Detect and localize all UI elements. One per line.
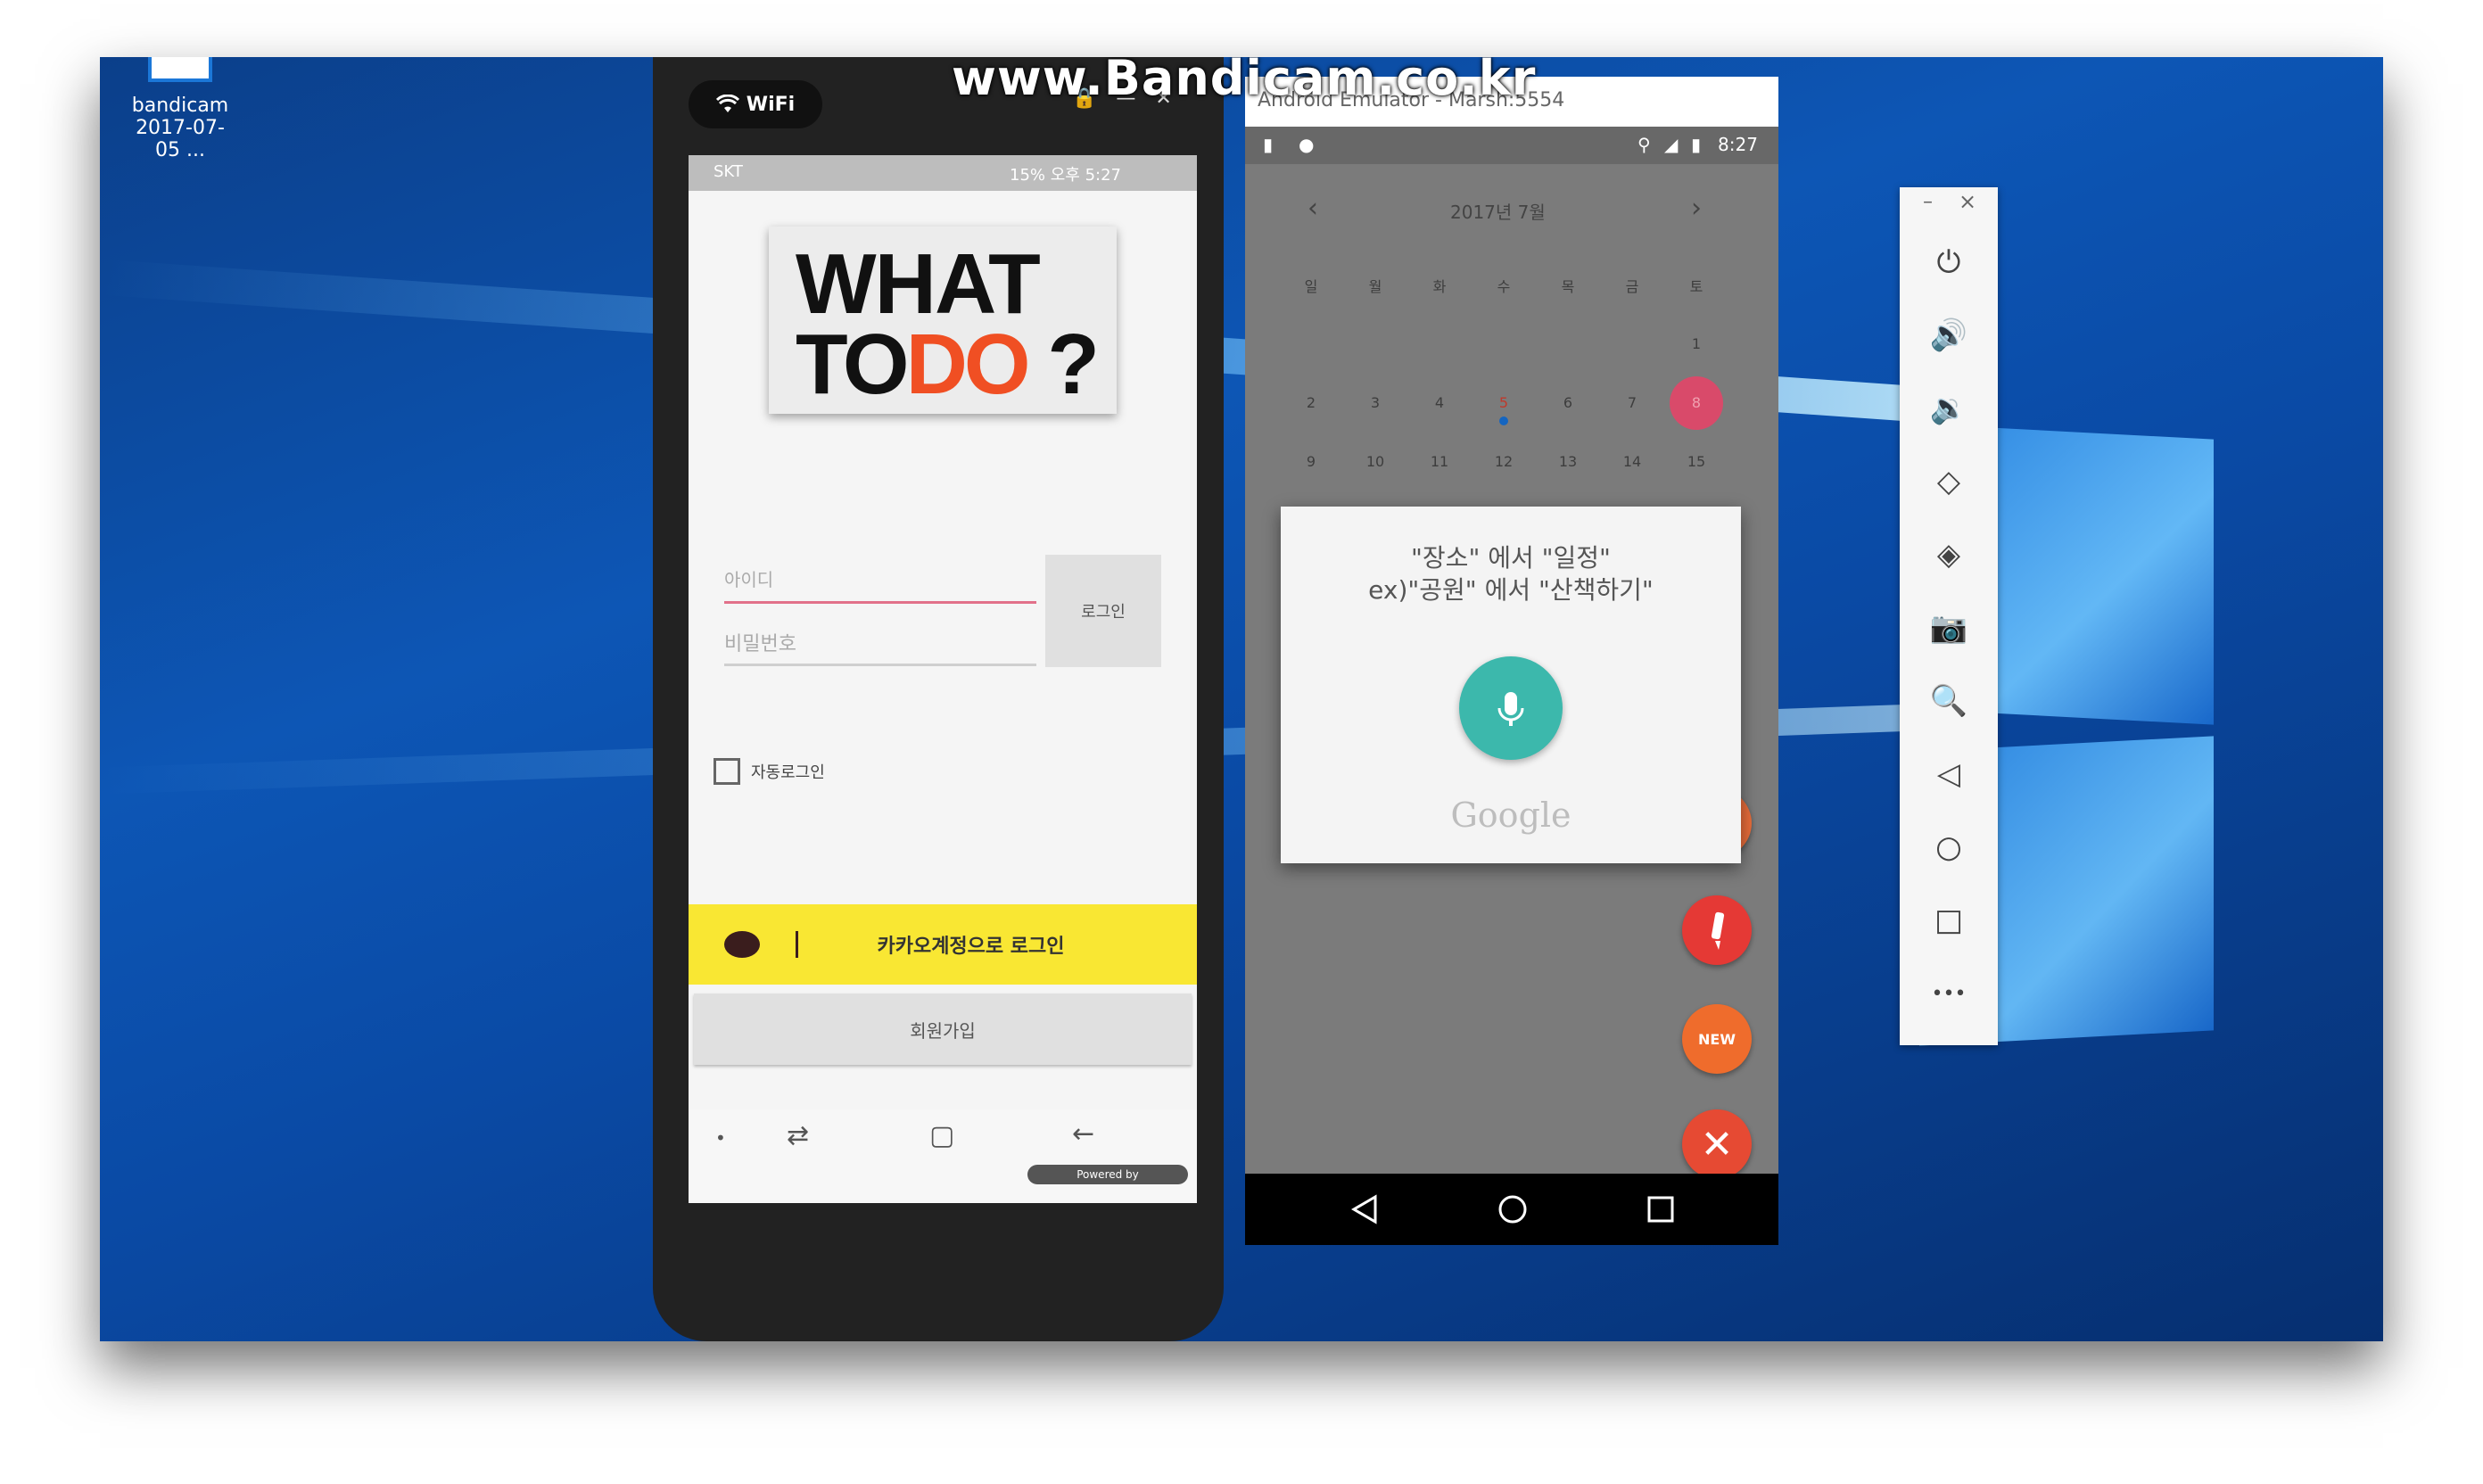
dialog-line2: ex)"공원" 에서 "산책하기" (1368, 575, 1654, 605)
calendar-day[interactable]: 5 (1477, 394, 1530, 425)
logo-do: DO (905, 317, 1031, 412)
calendar-weekday: 일 (1304, 278, 1318, 295)
emulator-nav-bar (1245, 1174, 1778, 1245)
logo-question: ? (1027, 317, 1100, 412)
password-input[interactable]: 비밀번호 (724, 628, 1036, 666)
calendar-day[interactable]: 9 (1284, 453, 1338, 470)
back-triangle-icon[interactable] (1349, 1193, 1381, 1225)
wifi-icon (715, 95, 739, 112)
calendar-day[interactable]: 4 (1413, 394, 1466, 411)
calendar-weekday: 금 (1625, 278, 1639, 295)
more-icon[interactable]: ••• (1924, 969, 1974, 1018)
wifi-label: WiFi (746, 93, 796, 116)
wifi-badge: WiFi (689, 80, 822, 128)
google-logo: Google (1450, 796, 1571, 835)
signup-button[interactable]: 회원가입 (694, 993, 1192, 1065)
calendar-day[interactable]: 1 (1670, 335, 1723, 352)
calendar-day[interactable]: 3 (1349, 394, 1402, 411)
rotate-left-icon[interactable]: ◇ (1924, 457, 1974, 507)
id-input[interactable]: 아이디 (724, 565, 1036, 604)
calendar-day[interactable]: 12 (1477, 453, 1530, 470)
auto-login-checkbox[interactable]: 자동로그인 (714, 758, 825, 785)
login-button[interactable]: 로그인 (1045, 555, 1161, 667)
new-badge-label: NEW (1698, 1030, 1736, 1048)
fab-edit[interactable] (1682, 895, 1752, 965)
checkbox-icon (714, 758, 740, 785)
volume-down-icon[interactable]: 🔉 (1924, 383, 1974, 433)
phone-status-bar: SKT 15% 오후 5:27 (689, 155, 1197, 191)
home-icon[interactable]: ▢ (929, 1120, 954, 1151)
zoom-icon[interactable]: 🔍 (1924, 676, 1974, 726)
bandicam-watermark: www.Bandicam.co.kr (952, 57, 1537, 106)
close-x-icon: ✕ (1700, 1121, 1734, 1167)
calendar-day[interactable]: 7 (1605, 394, 1659, 411)
calendar-day[interactable]: 6 (1541, 394, 1595, 411)
calendar-weekday: 토 (1689, 278, 1703, 295)
auto-login-label: 자동로그인 (751, 763, 825, 782)
app-logo: WHAT TODO ? (769, 227, 1117, 414)
home-icon[interactable]: ○ (1924, 822, 1974, 872)
fab-new[interactable]: NEW (1682, 1004, 1752, 1074)
recent-apps-icon[interactable]: ⇄ (787, 1120, 809, 1151)
kakao-login-button[interactable]: 카카오계정으로 로그인 (689, 904, 1197, 985)
calendar-day[interactable]: 2 (1284, 394, 1338, 411)
back-icon[interactable]: ← (1072, 1118, 1094, 1150)
powered-by-badge: Powered by (1027, 1165, 1188, 1184)
phone-nav-bar: • ⇄ ▢ ← (689, 1109, 1197, 1203)
calendar-day[interactable]: 14 (1605, 453, 1659, 470)
volume-up-icon[interactable]: 🔊 (1924, 310, 1974, 360)
calendar-weekday: 목 (1561, 278, 1575, 295)
toolbar-close-button[interactable]: × (1959, 189, 1976, 214)
voice-input-dialog: "장소" 에서 "일정" ex)"공원" 에서 "산책하기" Google (1281, 507, 1741, 863)
event-dot (1499, 416, 1508, 425)
pen-icon (1711, 911, 1725, 950)
power-icon[interactable]: ⏻ (1924, 237, 1974, 287)
back-icon[interactable]: ◁ (1924, 749, 1974, 799)
folder-icon (148, 57, 212, 82)
id-placeholder: 아이디 (724, 569, 774, 590)
toolbar-minimize-button[interactable]: – (1923, 191, 1933, 213)
camera-icon[interactable]: 📷 (1924, 603, 1974, 653)
desktop-screen: bandicam 2017-07-05 ... WiFi 🔒 — ✕ SKT 1… (100, 57, 2383, 1341)
rotate-right-icon[interactable]: ◈ (1924, 530, 1974, 580)
calendar-day[interactable]: 8 (1670, 376, 1723, 430)
desktop-icon-sublabel: 2017-07-05 ... (136, 117, 225, 161)
status-right: 15% 오후 5:27 (1010, 166, 1121, 185)
password-placeholder: 비밀번호 (724, 633, 796, 655)
chat-bubble-icon (724, 931, 760, 958)
calendar-weekday: 화 (1432, 278, 1447, 295)
microphone-icon (1497, 692, 1524, 726)
calendar-grid: 일 월 화 수 목 금 토 1 2 3 4 5 6 7 8 9 10 11 12 13 14 15 (1245, 77, 1778, 558)
home-circle-icon[interactable] (1497, 1193, 1529, 1225)
emulator-side-toolbar: – × ⏻ 🔊 🔉 ◇ ◈ 📷 🔍 ◁ ○ □ ••• (1900, 187, 1998, 1045)
logo-to: TO (796, 317, 910, 412)
kakao-login-label: 카카오계정으로 로그인 (877, 936, 1065, 958)
overview-icon[interactable]: □ (1924, 895, 1974, 945)
dialog-line1: "장소" 에서 "일정" (1411, 543, 1611, 573)
dot-icon[interactable]: • (715, 1127, 726, 1149)
phone-screen: SKT 15% 오후 5:27 WHAT TODO ? 아이디 비밀번호 로그인… (689, 155, 1197, 1203)
mic-button[interactable] (1459, 656, 1563, 760)
phone-mirror-window: WiFi 🔒 — ✕ SKT 15% 오후 5:27 WHAT TODO ? 아… (653, 57, 1224, 1341)
android-emulator-window: Android Emulator - Marsh:5554 ▮ ● ⚲ ◢ ▮ … (1245, 77, 1778, 1245)
calendar-day[interactable]: 15 (1670, 453, 1723, 470)
calendar-day[interactable]: 11 (1413, 453, 1466, 470)
carrier-label: SKT (714, 162, 743, 181)
recents-square-icon[interactable] (1645, 1193, 1677, 1225)
calendar-weekday: 수 (1497, 278, 1511, 295)
calendar-weekday: 월 (1368, 278, 1382, 295)
desktop-icon-label: bandicam (131, 95, 229, 117)
calendar-day[interactable]: 10 (1349, 453, 1402, 470)
fab-close[interactable]: ✕ (1682, 1109, 1752, 1179)
desktop-icon-bandicam[interactable]: bandicam 2017-07-05 ... (127, 57, 234, 161)
calendar-day[interactable]: 13 (1541, 453, 1595, 470)
logo-line2: TODO ? (796, 316, 1100, 414)
